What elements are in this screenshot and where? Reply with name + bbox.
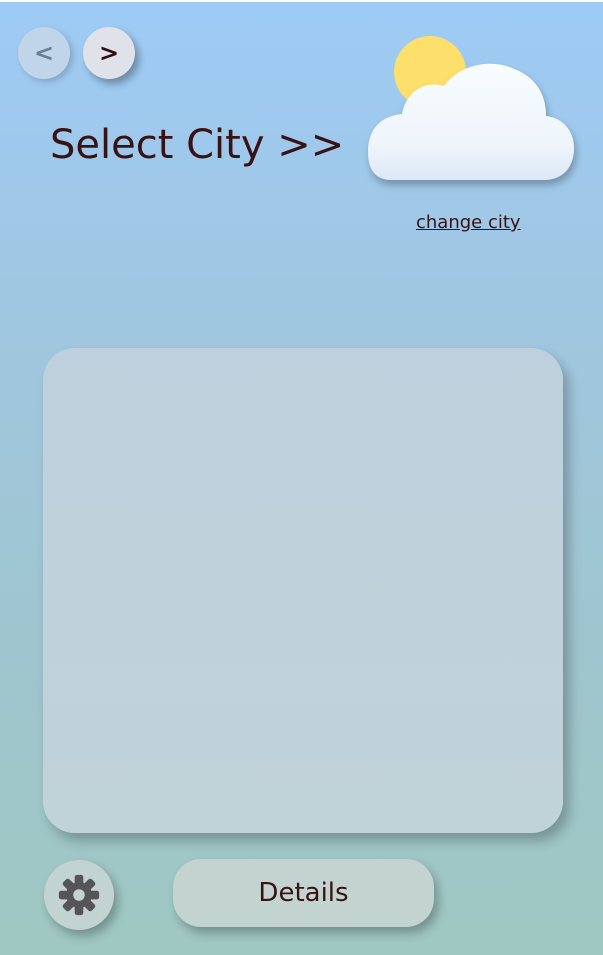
details-button[interactable]: Details: [173, 859, 434, 927]
change-city-link[interactable]: change city: [416, 212, 521, 233]
gear-icon: [58, 874, 100, 916]
city-title[interactable]: Select City >>: [50, 122, 344, 168]
back-button[interactable]: <: [18, 27, 70, 79]
settings-button[interactable]: [44, 860, 114, 930]
weather-panel: [43, 348, 563, 833]
forward-button[interactable]: >: [83, 27, 135, 79]
partly-cloudy-icon: [368, 36, 574, 181]
